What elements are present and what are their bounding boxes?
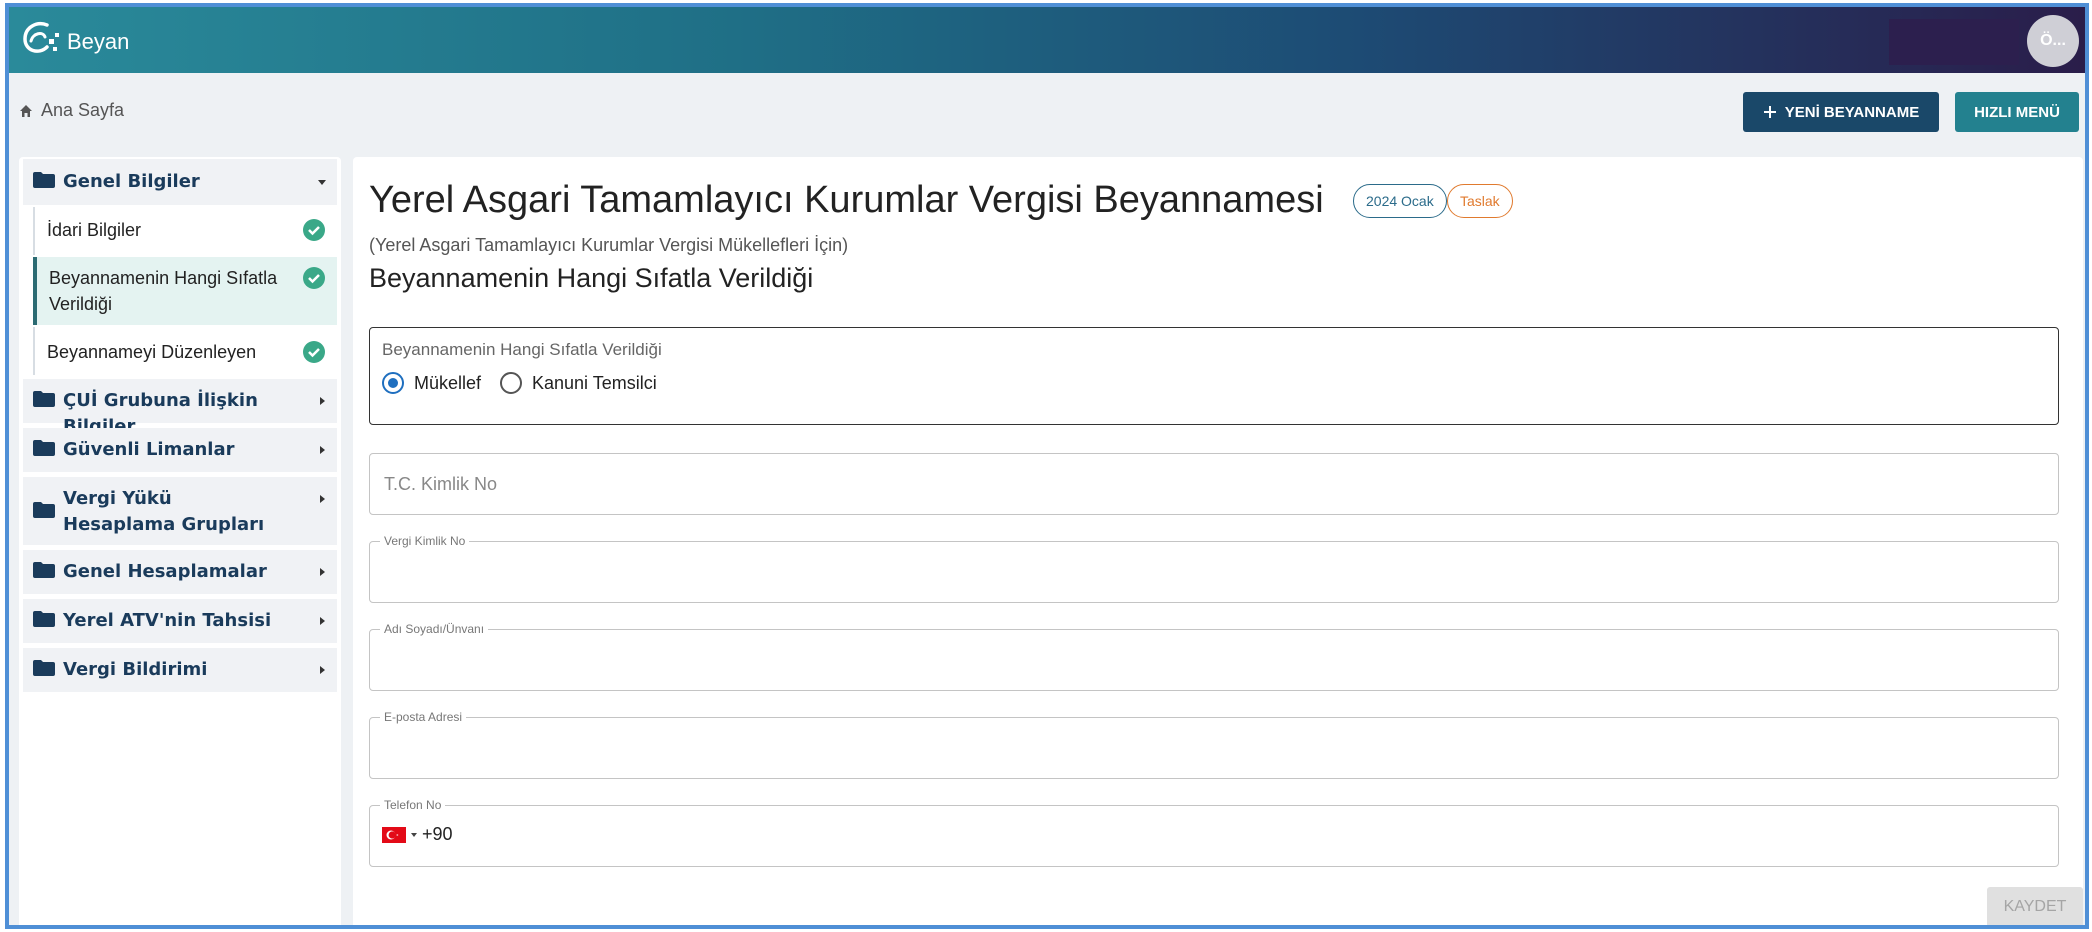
new-declaration-label: YENİ BEYANNAME xyxy=(1784,103,1920,121)
sidebar-item-label: İdari Bilgiler xyxy=(47,220,142,240)
name-title-label: Adı Soyadı/Ünvanı xyxy=(380,622,489,636)
radio-unchecked-icon[interactable] xyxy=(500,372,522,394)
radio-checked-icon[interactable] xyxy=(382,372,404,394)
beyan-logo-icon[interactable] xyxy=(17,19,63,61)
radio-label: Kanuni Temsilci xyxy=(532,372,657,393)
folder-icon xyxy=(33,611,55,627)
sidebar-item-hangi-sifatla[interactable]: Beyannamenin Hangi Sıfatla Verildiği xyxy=(33,257,337,325)
save-button[interactable]: KAYDET xyxy=(1987,887,2083,925)
sidebar-item-idari-bilgiler[interactable]: İdari Bilgiler xyxy=(33,207,337,255)
phone-country-selector[interactable]: +90 xyxy=(382,824,453,845)
radio-kanuni-temsilci[interactable]: Kanuni Temsilci xyxy=(500,372,657,394)
folder-icon xyxy=(33,172,55,188)
radio-mukellef[interactable]: Mükellef xyxy=(382,372,481,394)
sidebar-group-genel-hesaplamalar[interactable]: Genel Hesaplamalar xyxy=(23,550,337,594)
chevron-right-icon[interactable] xyxy=(317,665,327,675)
breadcrumb-home-link[interactable]: Ana Sayfa xyxy=(41,100,124,121)
capacity-radio-group: Beyannamenin Hangi Sıfatla Verildiği Mük… xyxy=(369,327,2059,425)
sidebar-group-label: Yerel ATV'nin Tahsisi xyxy=(63,610,272,631)
page-title: Yerel Asgari Tamamlayıcı Kurumlar Vergis… xyxy=(369,179,1324,221)
sidebar-group-guvenli-limanlar[interactable]: Güvenli Limanlar xyxy=(23,428,337,472)
quick-menu-button[interactable]: HIZLI MENÜ xyxy=(1955,92,2079,132)
chevron-right-icon[interactable] xyxy=(317,616,327,626)
main-content: Yerel Asgari Tamamlayıcı Kurumlar Vergis… xyxy=(353,157,2083,925)
sidebar-group-genel-bilgiler[interactable]: Genel Bilgiler xyxy=(23,159,337,205)
period-badge: 2024 Ocak xyxy=(1353,184,1447,218)
sidebar-group-vergi-bildirimi[interactable]: Vergi Bildirimi xyxy=(23,648,337,692)
folder-icon xyxy=(33,502,55,518)
sidebar: Genel Bilgiler İdari Bilgiler Beyannamen… xyxy=(19,157,341,925)
breadcrumb: Ana Sayfa xyxy=(19,100,124,121)
user-avatar[interactable]: Ö... xyxy=(2027,15,2079,67)
section-title: Beyannamenin Hangi Sıfatla Verildiği xyxy=(369,263,814,293)
tckn-placeholder: T.C. Kimlik No xyxy=(384,474,498,494)
sidebar-group-label: Vergi Bildirimi xyxy=(63,659,208,680)
sidebar-group-label: Güvenli Limanlar xyxy=(63,439,235,460)
folder-icon xyxy=(33,562,55,578)
sidebar-item-label: Beyannameyi Düzenleyen xyxy=(47,342,257,362)
sidebar-item-duzenleyen[interactable]: Beyannameyi Düzenleyen xyxy=(33,327,337,375)
chevron-right-icon[interactable] xyxy=(317,567,327,577)
turkey-flag-icon xyxy=(382,826,406,843)
vkn-label: Vergi Kimlik No xyxy=(380,534,470,548)
status-badge: Taslak xyxy=(1447,184,1513,218)
check-circle-icon xyxy=(303,219,325,241)
sidebar-group-label: Vergi Yükü Hesaplama Grupları xyxy=(63,488,265,535)
top-bar: Beyan Ö... xyxy=(9,7,2085,73)
check-circle-icon xyxy=(303,267,325,289)
name-title-field[interactable]: Adı Soyadı/Ünvanı xyxy=(369,622,2059,691)
new-declaration-button[interactable]: YENİ BEYANNAME xyxy=(1743,92,1939,132)
radio-label: Mükellef xyxy=(414,372,482,393)
chevron-right-icon[interactable] xyxy=(317,445,327,455)
app-frame: Beyan Ö... Ana Sayfa YENİ BEYANNAME HIZL… xyxy=(5,3,2089,929)
tckn-field[interactable]: T.C. Kimlik No xyxy=(369,453,2059,515)
folder-icon xyxy=(33,440,55,456)
phone-label: Telefon No xyxy=(380,798,446,812)
sidebar-group-vergi-yuku[interactable]: Vergi Yükü Hesaplama Grupları xyxy=(23,477,337,545)
check-circle-icon xyxy=(303,341,325,363)
sidebar-group-label: Genel Hesaplamalar xyxy=(63,561,267,582)
sidebar-group-yerel-atv[interactable]: Yerel ATV'nin Tahsisi xyxy=(23,599,337,643)
chevron-right-icon[interactable] xyxy=(317,494,327,504)
vkn-field[interactable]: Vergi Kimlik No xyxy=(369,534,2059,603)
folder-icon xyxy=(33,391,55,407)
chevron-right-icon[interactable] xyxy=(317,396,327,406)
email-field[interactable]: E-posta Adresi xyxy=(369,710,2059,779)
plus-icon xyxy=(1763,106,1776,118)
phone-field[interactable]: Telefon No +90 xyxy=(369,798,2059,867)
home-icon xyxy=(20,104,32,117)
page-subtitle: (Yerel Asgari Tamamlayıcı Kurumlar Vergi… xyxy=(369,235,849,255)
top-bar-panel xyxy=(1889,19,2019,65)
chevron-down-icon[interactable] xyxy=(410,831,418,839)
app-name: Beyan xyxy=(67,29,130,54)
sidebar-group-label: Genel Bilgiler xyxy=(63,171,200,192)
sidebar-group-cui[interactable]: ÇUİ Grubuna İlişkin Bilgiler xyxy=(23,379,337,437)
folder-icon xyxy=(33,660,55,676)
sidebar-item-label: Beyannamenin Hangi Sıfatla Verildiği xyxy=(49,268,278,314)
phone-country-code: +90 xyxy=(422,824,453,844)
email-label: E-posta Adresi xyxy=(380,710,467,724)
chevron-down-icon[interactable] xyxy=(317,177,327,187)
radio-group-legend: Beyannamenin Hangi Sıfatla Verildiği xyxy=(382,340,662,359)
